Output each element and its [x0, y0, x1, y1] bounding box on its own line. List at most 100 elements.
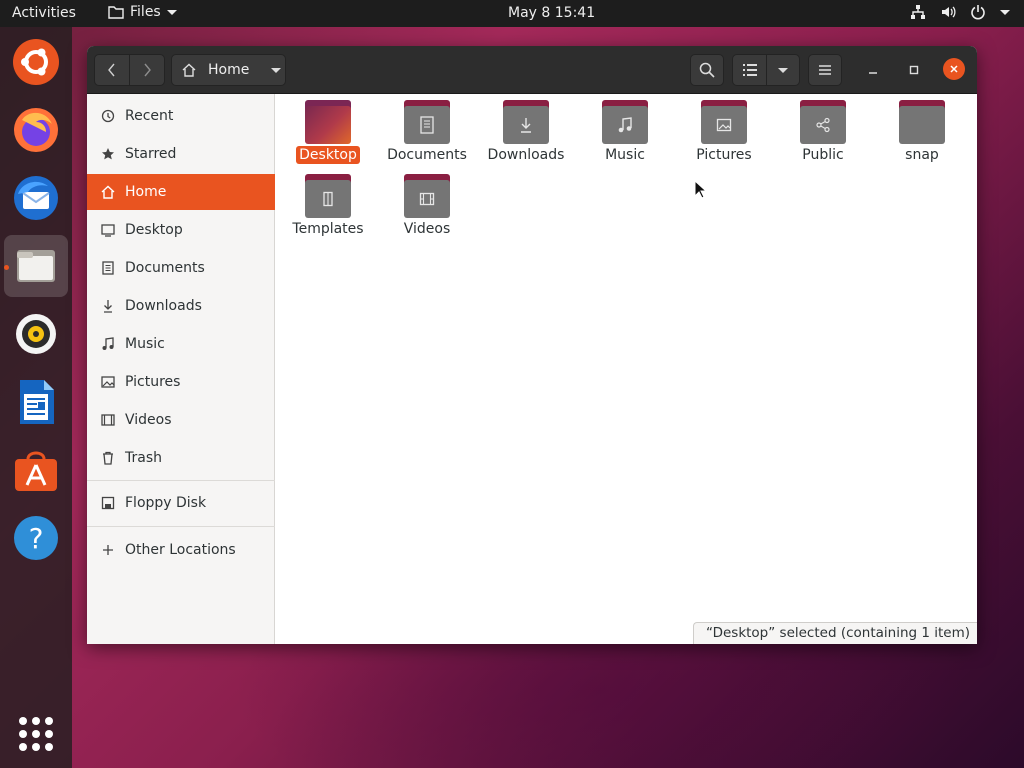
- ubuntu-icon: [13, 39, 59, 85]
- network-icon: [911, 5, 925, 19]
- mouse-pointer-icon: [694, 180, 708, 199]
- maximize-button[interactable]: [904, 60, 924, 80]
- running-indicator: [4, 265, 9, 270]
- dock: ?: [0, 27, 72, 768]
- power-icon: [971, 5, 985, 20]
- dock-rhythmbox[interactable]: [4, 303, 68, 365]
- forward-button[interactable]: [129, 54, 165, 86]
- file-label: Public: [802, 147, 844, 163]
- folder-icon: [899, 100, 945, 144]
- view-options-button[interactable]: [766, 54, 800, 86]
- back-button[interactable]: [94, 54, 130, 86]
- minimize-icon: [869, 72, 877, 74]
- view-list-button[interactable]: [732, 54, 767, 86]
- sidebar-item-label: Other Locations: [125, 542, 236, 558]
- thunderbird-icon: [14, 176, 58, 220]
- sidebar-item-documents[interactable]: Documents: [87, 250, 275, 286]
- top-bar: Activities Files May 8 15:41: [0, 0, 1024, 27]
- sidebar-item-home[interactable]: Home: [87, 174, 275, 210]
- chevron-down-icon: [778, 67, 788, 73]
- system-tray[interactable]: [910, 4, 1010, 20]
- sidebar-item-videos[interactable]: Videos: [87, 402, 275, 438]
- folder-pictures-icon: [701, 100, 747, 144]
- sidebar-separator: [87, 480, 275, 481]
- chevron-left-icon: [108, 63, 115, 77]
- file-item-pictures[interactable]: Pictures: [678, 94, 770, 164]
- hamburger-icon: [819, 65, 831, 75]
- dock-firefox[interactable]: [4, 99, 68, 161]
- file-view[interactable]: Desktop Documents Downloads Music Pictur…: [276, 94, 977, 644]
- sidebar-item-desktop[interactable]: Desktop: [87, 212, 275, 248]
- file-item-snap[interactable]: snap: [876, 94, 968, 164]
- file-item-documents[interactable]: Documents: [381, 94, 473, 164]
- file-label: Documents: [387, 147, 467, 163]
- path-bar-home[interactable]: Home: [171, 54, 286, 86]
- rhythmbox-icon: [16, 314, 56, 354]
- menu-button[interactable]: [808, 54, 842, 86]
- minimize-button[interactable]: [863, 60, 883, 80]
- sidebar-item-label: Home: [125, 184, 167, 200]
- sidebar-item-pictures[interactable]: Pictures: [87, 364, 275, 400]
- file-label: Downloads: [487, 147, 565, 163]
- sidebar-item-other-locations[interactable]: Other Locations: [87, 532, 275, 568]
- file-item-public[interactable]: Public: [777, 94, 869, 164]
- folder-music-icon: [602, 100, 648, 144]
- maximize-icon: [909, 65, 919, 75]
- libreoffice-writer-icon: [20, 380, 54, 424]
- status-label: “Desktop” selected (containing 1 item): [693, 622, 977, 644]
- home-icon: [182, 63, 196, 77]
- sidebar-item-downloads[interactable]: Downloads: [87, 288, 275, 324]
- desktop-icon: [101, 223, 115, 237]
- file-item-music[interactable]: Music: [579, 94, 671, 164]
- path-label: Home: [208, 62, 250, 78]
- sidebar-item-label: Music: [125, 336, 165, 352]
- sidebar-item-label: Recent: [125, 108, 174, 124]
- file-item-videos[interactable]: Videos: [381, 168, 473, 238]
- firefox-icon: [14, 108, 58, 152]
- dock-files[interactable]: [4, 235, 68, 297]
- sidebar-item-floppy-disk[interactable]: Floppy Disk: [87, 485, 275, 521]
- clock-icon: [101, 109, 115, 123]
- folder-videos-icon: [404, 174, 450, 218]
- file-label: Music: [605, 147, 645, 163]
- sidebar-item-label: Pictures: [125, 374, 181, 390]
- sidebar-item-recent[interactable]: Recent: [87, 98, 275, 134]
- sidebar-item-label: Documents: [125, 260, 205, 276]
- dock-thunderbird[interactable]: [4, 167, 68, 229]
- software-center-icon: [15, 451, 57, 491]
- folder-downloads-icon: [503, 100, 549, 144]
- search-button[interactable]: [690, 54, 724, 86]
- file-item-desktop[interactable]: Desktop: [282, 94, 374, 164]
- app-menu-files[interactable]: Files: [108, 4, 177, 20]
- sidebar-separator: [87, 526, 275, 527]
- file-label: Templates: [292, 221, 364, 237]
- folder-documents-icon: [404, 100, 450, 144]
- clock[interactable]: May 8 15:41: [508, 5, 595, 21]
- files-window: Home Recent Starred Home Desktop Documen…: [87, 46, 977, 644]
- download-icon: [101, 299, 115, 313]
- dock-ubuntu[interactable]: [4, 31, 68, 93]
- header-bar: Home: [87, 46, 977, 94]
- folder-icon: [305, 100, 351, 144]
- sidebar-item-music[interactable]: Music: [87, 326, 275, 362]
- apps-grid-icon[interactable]: [19, 717, 53, 751]
- close-button[interactable]: [943, 58, 965, 80]
- home-icon: [101, 185, 115, 199]
- sidebar-item-label: Desktop: [125, 222, 183, 238]
- dock-help[interactable]: ?: [4, 507, 68, 569]
- sidebar-item-trash[interactable]: Trash: [87, 440, 275, 476]
- sidebar-item-label: Floppy Disk: [125, 495, 207, 511]
- dock-libreoffice-writer[interactable]: [4, 371, 68, 433]
- sidebar-item-starred[interactable]: Starred: [87, 136, 275, 172]
- activities-button[interactable]: Activities: [12, 5, 76, 21]
- svg-text:?: ?: [29, 522, 44, 555]
- trash-icon: [101, 451, 115, 465]
- file-label: Pictures: [696, 147, 752, 163]
- sidebar-item-label: Trash: [125, 450, 162, 466]
- dock-software[interactable]: [4, 439, 68, 501]
- file-item-downloads[interactable]: Downloads: [480, 94, 572, 164]
- list-view-icon: [742, 64, 757, 76]
- file-item-templates[interactable]: Templates: [282, 168, 374, 238]
- sidebar-item-label: Starred: [125, 146, 177, 162]
- app-menu-label: Files: [130, 4, 161, 20]
